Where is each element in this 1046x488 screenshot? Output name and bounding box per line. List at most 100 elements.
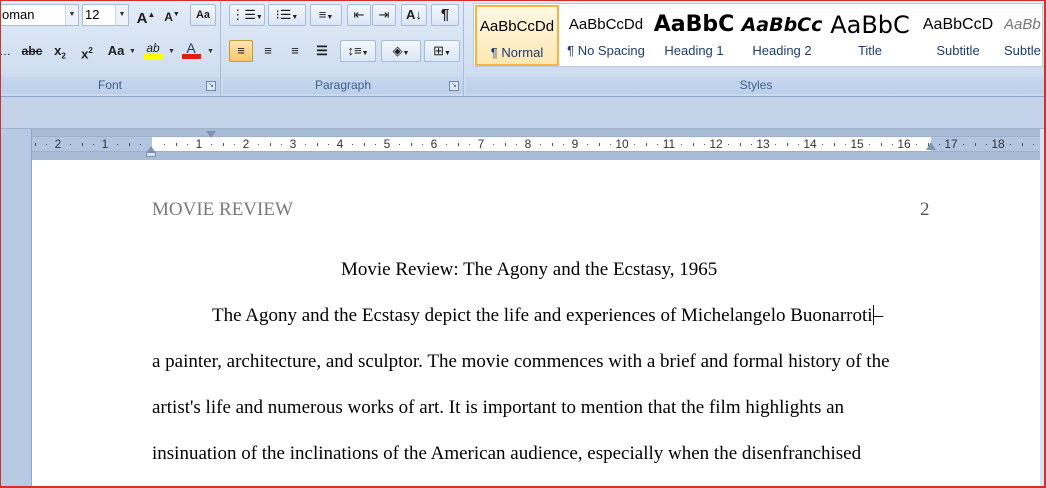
chevron-down-icon[interactable]: ▼ [115,5,128,25]
right-indent-marker[interactable] [926,142,936,150]
style-subtle[interactable]: AaBb Subtle [1004,5,1042,66]
font-name-combo[interactable]: oman ▼ [0,4,79,26]
ruler-tick [35,143,36,146]
style-preview: AaBbC [830,11,910,39]
sort-icon: A↓ [406,7,422,22]
clear-formatting-button[interactable]: Aa [190,4,216,26]
ruler-dot [728,144,729,145]
style-no-spacing[interactable]: AaBbCcDd ¶ No Spacing [564,5,648,66]
ribbon-bottom-strip [0,97,1046,129]
align-center-button[interactable]: ≡ [256,40,280,62]
superscript-button[interactable]: x2 [76,40,98,62]
subscript-button[interactable]: x2 [49,40,71,62]
ruler-number: 2 [242,137,250,151]
ruler-dot [563,144,564,145]
first-line-indent-marker[interactable] [206,131,216,138]
chevron-down-icon[interactable]: ▼ [207,48,214,55]
ruler-tick [82,143,83,146]
font-size-combo[interactable]: 12 ▼ [82,4,129,26]
ruler-dot [939,144,940,145]
strikethrough-icon: abc [21,44,43,58]
ruler-number: 13 [756,137,770,151]
ruler-tick [223,143,224,146]
show-formatting-button[interactable]: ¶ [431,4,459,26]
align-right-button[interactable]: ≡ [283,40,307,62]
style-preview: AaBbC [653,12,735,37]
style-title[interactable]: AaBbC Title [828,5,912,66]
change-case-button[interactable]: Aa [104,40,128,62]
ruler-dot [540,144,541,145]
dialog-launcher-icon[interactable]: ↘ [449,81,459,91]
ruler-tick [599,143,600,146]
show-formatting-icon: ¶ [440,6,450,23]
strikethrough-button[interactable]: … [0,40,11,62]
align-right-icon: ≡ [291,43,299,58]
font-group-label: Font [0,77,220,94]
bullets-button[interactable]: ⋮☰▼ [229,4,265,26]
ruler-dot [211,144,212,145]
running-head: MOVIE REVIEW [152,199,293,220]
ruler-dot [399,144,400,145]
ruler-tick [411,143,412,146]
dialog-launcher-icon[interactable]: ↘ [206,81,216,91]
shading-button[interactable]: ◈▼ [381,40,421,62]
ruler-dot [681,144,682,145]
font-group: oman ▼ 12 ▼ A▲ A▼ Aa … abc x2 x2 Aa ▼ ab… [0,0,221,96]
grow-font-button[interactable]: A▲ [134,4,158,27]
line-spacing-button[interactable]: ↕≡▼ [340,40,376,62]
font-color-button[interactable]: A [178,40,204,62]
ruler-dot [117,144,118,145]
borders-button[interactable]: ⊞▼ [424,40,460,62]
left-indent-box[interactable] [146,152,156,157]
style-normal[interactable]: AaBbCcDd ¶ Normal [475,5,559,66]
document-page[interactable]: MOVIE REVIEW 2 Movie Review: The Agony a… [32,160,1040,488]
horizontal-ruler[interactable]: 2 1 1 2 3 4 5 6 7 8 9 10 11 12 13 14 15 16 17 18 [32,136,1040,152]
align-left-button[interactable]: ≡ [229,40,253,62]
ruler-dot [469,144,470,145]
style-name: Heading 2 [752,43,812,58]
ruler-dot [892,144,893,145]
strikethrough-button[interactable]: abc [18,40,46,62]
style-preview: AaBbCc [741,14,823,36]
change-case-icon: Aa [107,43,125,58]
numbering-button[interactable]: ⁝☰▼ [268,4,306,26]
styles-gallery: AaBbCcDd ¶ Normal AaBbCcDd ¶ No Spacing … [473,3,1043,67]
sort-button[interactable]: A↓ [401,4,427,26]
style-heading-1[interactable]: AaBbC Heading 1 [652,5,736,66]
highlight-button[interactable]: ab [140,40,166,62]
ruler-dot [140,144,141,145]
ribbon: oman ▼ 12 ▼ A▲ A▼ Aa … abc x2 x2 Aa ▼ ab… [0,0,1046,97]
ruler-tick [552,143,553,146]
increase-indent-button[interactable]: ⇥ [372,4,396,26]
chevron-down-icon[interactable]: ▼ [129,48,136,55]
justify-button[interactable]: ☰ [310,40,334,62]
style-preview: AaBbCcDd [568,16,644,33]
style-name: Title [857,43,883,58]
ruler-left-margin [32,137,152,151]
ruler-dot [610,144,611,145]
ruler-tick [317,143,318,146]
style-subtitle[interactable]: AaBbCcD Subtitle [916,5,1000,66]
font-size-value: 12 [85,7,100,22]
style-heading-2[interactable]: AaBbCc Heading 2 [740,5,824,66]
grow-font-icon: A [136,10,148,27]
decrease-indent-button[interactable]: ⇤ [347,4,371,26]
font-color-swatch [182,54,201,59]
chevron-down-icon[interactable]: ▼ [168,48,175,55]
style-preview: AaBb [1004,16,1041,33]
ruler-dot [375,144,376,145]
ruler-dot [187,144,188,145]
ruler-number: 7 [477,137,485,151]
ruler-number: 3 [289,137,297,151]
ruler-number: 9 [571,137,579,151]
ruler-dot [493,144,494,145]
ruler-number: 6 [430,137,438,151]
shrink-font-button[interactable]: A▼ [161,4,183,26]
ruler-dot [751,144,752,145]
clear-formatting-icon: Aa [195,9,211,21]
chevron-down-icon[interactable]: ▼ [65,5,78,25]
ruler-number: 17 [944,137,958,151]
ruler-dot [446,144,447,145]
multilevel-list-button[interactable]: ≡▼ [310,4,342,26]
ruler-dot [164,144,165,145]
